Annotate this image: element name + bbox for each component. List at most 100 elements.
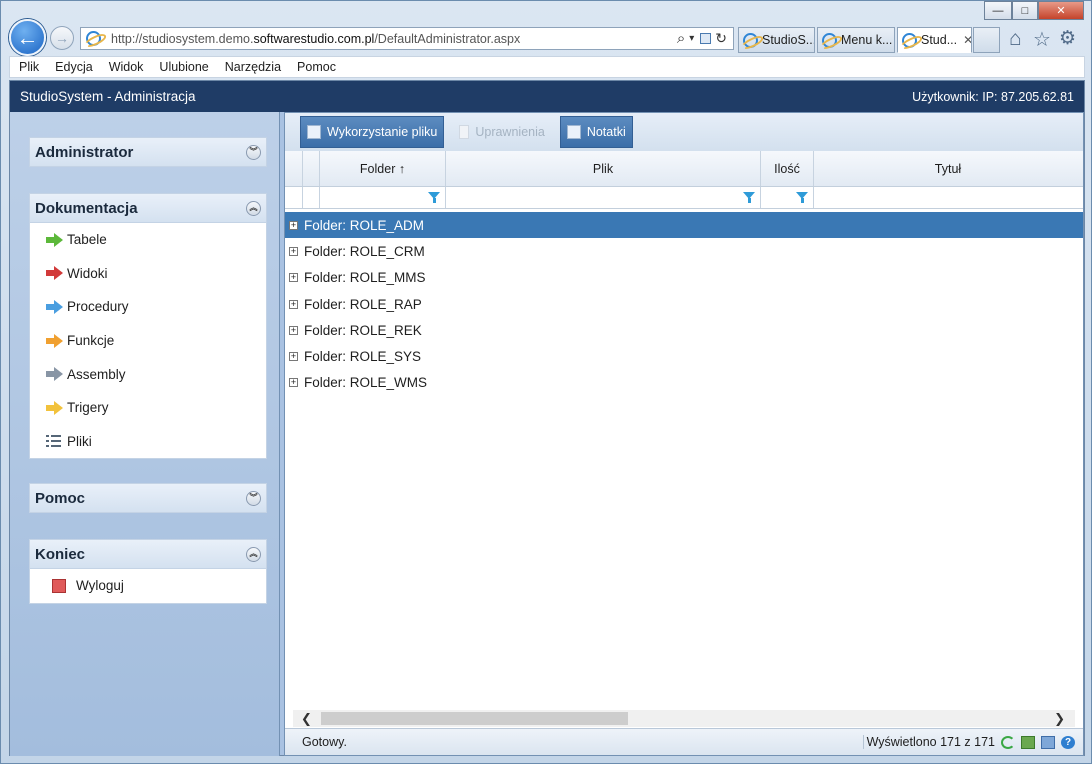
yellow-arrow-icon — [46, 400, 63, 415]
spellcheck-icon — [566, 125, 581, 139]
expand-icon[interactable]: + — [289, 299, 298, 309]
minimize-button[interactable]: — — [984, 1, 1012, 20]
sidebar-item-trigery[interactable]: Trigery — [30, 391, 266, 425]
favorites-star-icon[interactable]: ☆ — [1033, 27, 1051, 52]
refresh-icon[interactable]: ↻ — [715, 30, 727, 47]
ie-page-icon — [86, 31, 101, 46]
maximize-button[interactable]: □ — [1012, 1, 1038, 20]
menu-pomoc[interactable]: Pomoc — [297, 60, 336, 74]
chevron-up-icon[interactable]: ︽ — [246, 200, 261, 216]
list-icon — [46, 434, 63, 449]
table-row[interactable]: + Folder: ROLE_CRM — [285, 238, 1083, 264]
filter-icon[interactable] — [743, 192, 755, 203]
home-icon[interactable]: ⌂ — [1009, 27, 1022, 51]
sidebar-item-assembly[interactable]: Assembly — [30, 357, 266, 391]
scrollbar-thumb[interactable] — [321, 712, 628, 725]
uprawnienia-button[interactable]: Uprawnienia — [452, 116, 551, 148]
expand-icon[interactable]: + — [289, 273, 298, 283]
scroll-right-icon[interactable]: ❯ — [1054, 711, 1065, 727]
dropdown-icon[interactable]: ▾ — [689, 33, 694, 44]
panel-koniec: Koniec ︽ Wyloguj — [29, 539, 267, 604]
browser-tab-1[interactable]: StudioS... — [738, 27, 815, 53]
filter-tytul-cell[interactable] — [814, 187, 1082, 208]
menu-ulubione[interactable]: Ulubione — [159, 60, 208, 74]
panel-administrator: Administrator ︾ — [29, 137, 267, 167]
expand-icon[interactable]: + — [289, 352, 298, 362]
status-bar: Gotowy. Wyświetlono 171 z 171 ? — [285, 728, 1083, 755]
status-text: Gotowy. — [302, 735, 347, 749]
filter-ilosc-cell[interactable] — [761, 187, 814, 208]
panel-body-dokumentacja: Tabele Widoki Procedury Funkcje Assembly… — [29, 223, 267, 460]
grid-indent-col — [285, 151, 303, 186]
filter-icon[interactable] — [796, 192, 808, 203]
expand-icon[interactable]: + — [289, 378, 298, 388]
main-panel: Wykorzystanie pliku Uprawnienia Notatki … — [284, 112, 1084, 756]
new-tab-button[interactable] — [973, 27, 1000, 53]
back-button[interactable]: ← — [9, 19, 46, 56]
table-row[interactable]: + Folder: ROLE_ADM — [285, 212, 1083, 239]
compat-view-icon[interactable] — [700, 33, 712, 44]
col-folder-header[interactable]: Folder ↑ — [320, 151, 446, 186]
app-header: StudioSystem - Administracja Użytkownik:… — [10, 81, 1084, 112]
blue-arrow-icon — [46, 299, 63, 314]
user-info: Użytkownik: IP: 87.205.62.81 — [912, 89, 1074, 104]
red-arrow-icon — [46, 266, 63, 281]
filter-icon[interactable] — [428, 192, 440, 203]
table-row[interactable]: + Folder: ROLE_MMS — [285, 265, 1083, 291]
col-tytul-header[interactable]: Tytuł — [814, 151, 1082, 186]
refresh-icon[interactable] — [1001, 735, 1015, 749]
sidebar-item-pliki[interactable]: Pliki — [30, 425, 266, 459]
export-icon[interactable] — [1021, 735, 1035, 749]
browser-tab-3[interactable]: Stud...✕ — [897, 27, 972, 53]
menu-edycja[interactable]: Edycja — [55, 60, 93, 74]
save-icon[interactable] — [1041, 735, 1055, 749]
wykorzystanie-pliku-button[interactable]: Wykorzystanie pliku — [300, 116, 445, 148]
tab-close-icon[interactable]: ✕ — [963, 33, 971, 47]
col-plik-header[interactable]: Plik — [446, 151, 761, 186]
table-row[interactable]: + Folder: ROLE_SYS — [285, 343, 1083, 369]
filter-plik-cell[interactable] — [446, 187, 761, 208]
col-ilosc-header[interactable]: Ilość — [761, 151, 814, 186]
permissions-icon — [459, 125, 470, 139]
menu-widok[interactable]: Widok — [109, 60, 144, 74]
chevron-down-icon[interactable]: ︾ — [246, 144, 261, 160]
search-icon[interactable]: ⌕ — [677, 30, 685, 47]
panel-header-administrator[interactable]: Administrator ︾ — [29, 137, 267, 167]
filter-folder-cell[interactable] — [320, 187, 446, 208]
sidebar-item-widoki[interactable]: Widoki — [30, 257, 266, 291]
chevron-up-icon[interactable]: ︽ — [246, 546, 261, 562]
green-arrow-icon — [46, 232, 63, 247]
forward-button[interactable]: → — [50, 26, 74, 50]
sidebar-item-wyloguj[interactable]: Wyloguj — [30, 569, 266, 603]
close-window-button[interactable]: ✕ — [1038, 1, 1084, 20]
menu-plik[interactable]: Plik — [19, 60, 39, 74]
sidebar-item-tabele[interactable]: Tabele — [30, 223, 266, 257]
grid-indent-col — [303, 151, 320, 186]
filter-indent — [285, 187, 303, 208]
panel-pomoc: Pomoc ︾ — [29, 483, 267, 513]
panel-body-koniec: Wyloguj — [29, 569, 267, 604]
horizontal-scrollbar[interactable]: ❮ ❯ — [293, 710, 1075, 727]
scroll-left-icon[interactable]: ❮ — [301, 711, 312, 727]
sidebar-item-procedury[interactable]: Procedury — [30, 290, 266, 324]
expand-icon[interactable]: + — [289, 220, 298, 230]
browser-tab-2[interactable]: Menu k... — [817, 27, 895, 53]
panel-header-pomoc[interactable]: Pomoc ︾ — [29, 483, 267, 513]
table-row[interactable]: + Folder: ROLE_WMS — [285, 370, 1083, 396]
table-row[interactable]: + Folder: ROLE_RAP — [285, 291, 1083, 317]
settings-gear-icon[interactable]: ⚙ — [1059, 27, 1076, 50]
notatki-button[interactable]: Notatki — [559, 116, 633, 148]
chevron-down-icon[interactable]: ︾ — [246, 490, 261, 506]
panel-header-dokumentacja[interactable]: Dokumentacja ︽ — [29, 193, 267, 223]
menu-bar: Plik Edycja Widok Ulubione Narzędzia Pom… — [9, 56, 1085, 78]
help-icon[interactable]: ? — [1061, 735, 1075, 749]
expand-icon[interactable]: + — [289, 325, 298, 335]
expand-icon[interactable]: + — [289, 246, 298, 256]
menu-narzedzia[interactable]: Narzędzia — [225, 60, 281, 74]
panel-dokumentacja: Dokumentacja ︽ Tabele Widoki Procedury F… — [29, 193, 267, 460]
maximize-icon: □ — [1021, 4, 1029, 17]
table-row[interactable]: + Folder: ROLE_REK — [285, 317, 1083, 343]
panel-header-koniec[interactable]: Koniec ︽ — [29, 539, 267, 569]
address-bar[interactable]: http://studiosystem.demo.softwarestudio.… — [80, 27, 734, 50]
sidebar-item-funkcje[interactable]: Funkcje — [30, 324, 266, 358]
